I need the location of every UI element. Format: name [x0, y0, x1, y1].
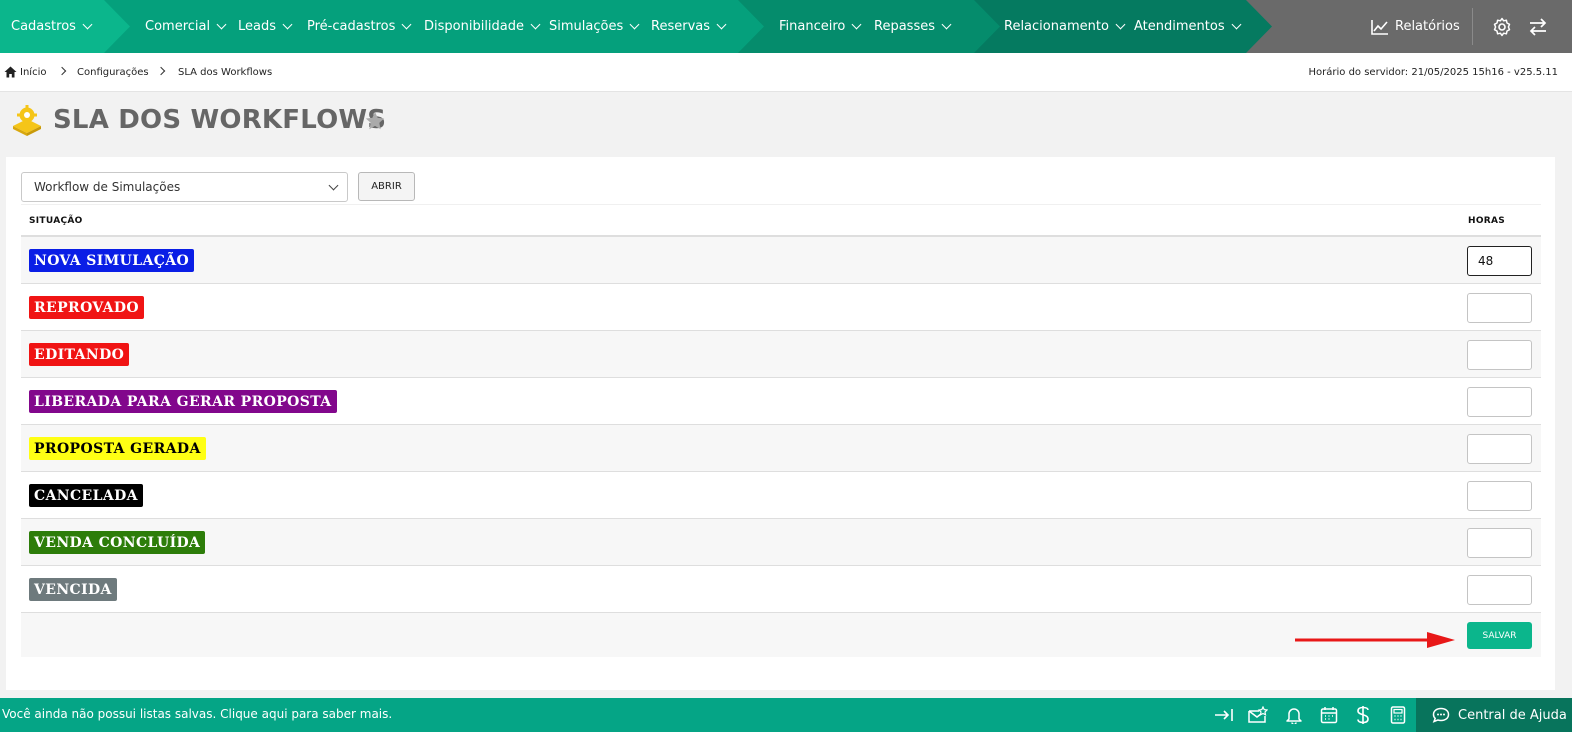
chevron-down-icon [716, 19, 727, 30]
chevron-down-icon [216, 19, 227, 30]
nav-financeiro[interactable]: Financeiro [779, 0, 862, 53]
workflow-select[interactable]: Workflow de Simulações [21, 172, 348, 202]
saved-lists-message[interactable]: Você ainda não possui listas salvas. Cli… [2, 707, 392, 721]
nav-cadastros[interactable]: Cadastros [11, 0, 93, 53]
status-badge: PROPOSTA GERADA [29, 437, 206, 460]
hours-input[interactable] [1467, 340, 1532, 370]
nav-pre-cadastros[interactable]: Pré-cadastros [307, 0, 412, 53]
nav-repasses[interactable]: Repasses [874, 0, 952, 53]
status-badge: LIBERADA PARA GERAR PROPOSTA [29, 390, 337, 413]
top-navigation: Cadastros Comercial Leads Pré-cadastros … [0, 0, 1572, 53]
footer-bar: Você ainda não possui listas salvas. Cli… [0, 698, 1572, 732]
dollar-icon[interactable] [1352, 704, 1374, 726]
red-arrow-annotation [1295, 632, 1455, 648]
table-header: SITUAÇÃO HORAS [21, 204, 1541, 237]
status-badge: REPROVADO [29, 296, 144, 319]
nav-relatorios[interactable]: Relatórios [1371, 0, 1460, 53]
settings-gear-icon[interactable] [1489, 14, 1515, 40]
column-header-status: SITUAÇÃO [29, 216, 83, 226]
hours-input[interactable] [1467, 246, 1532, 276]
sla-panel: Workflow de Simulações ABRIR SITUAÇÃO HO… [6, 157, 1555, 690]
bell-icon[interactable] [1283, 704, 1305, 726]
chevron-right-icon [156, 66, 166, 76]
save-button[interactable]: SALVAR [1467, 622, 1532, 649]
breadcrumb-home[interactable]: Início [20, 67, 46, 78]
calculator-icon[interactable] [1387, 704, 1409, 726]
chevron-down-icon [530, 19, 541, 30]
swap-arrows-icon[interactable] [1525, 14, 1551, 40]
breadcrumb-configuracoes[interactable]: Configurações [77, 67, 149, 78]
nav-disponibilidade[interactable]: Disponibilidade [424, 0, 541, 53]
nav-simulacoes[interactable]: Simulações [549, 0, 640, 53]
table-row: REPROVADO [21, 284, 1541, 331]
chevron-down-icon [282, 19, 293, 30]
collapse-right-icon[interactable] [1213, 704, 1235, 726]
table-row: NOVA SIMULAÇÃO [21, 237, 1541, 284]
nav-comercial[interactable]: Comercial [145, 0, 227, 53]
chevron-down-icon [629, 19, 640, 30]
server-time: Horário do servidor: 21/05/2025 15h16 - … [1308, 67, 1558, 78]
nav-relacionamento[interactable]: Relacionamento [1004, 0, 1126, 53]
chevron-down-icon [401, 19, 412, 30]
nav-atendimentos[interactable]: Atendimentos [1134, 0, 1242, 53]
hours-input[interactable] [1467, 293, 1532, 323]
chevron-down-icon [851, 19, 862, 30]
table-row: PROPOSTA GERADA [21, 425, 1541, 472]
status-badge: NOVA SIMULAÇÃO [29, 249, 195, 272]
breadcrumb: Início Configurações SLA dos Workflows H… [0, 53, 1572, 92]
chevron-down-icon [941, 19, 952, 30]
hours-input[interactable] [1467, 575, 1532, 605]
nav-reservas[interactable]: Reservas [651, 0, 727, 53]
status-badge: EDITANDO [29, 343, 130, 366]
table-row: VENDA CONCLUÍDA [21, 519, 1541, 566]
status-badge: CANCELADA [29, 484, 143, 507]
workflow-settings-icon [13, 105, 41, 136]
chevron-down-icon [328, 180, 339, 191]
sla-table: SITUAÇÃO HORAS NOVA SIMULAÇÃO REPROVADO … [21, 204, 1541, 657]
table-row: CANCELADA [21, 472, 1541, 519]
home-icon[interactable] [4, 66, 17, 78]
favorite-star-icon[interactable] [364, 110, 386, 132]
table-row: EDITANDO [21, 331, 1541, 378]
open-button[interactable]: ABRIR [358, 172, 415, 201]
chevron-right-icon [57, 66, 67, 76]
status-badge: VENDA CONCLUÍDA [29, 531, 206, 554]
status-badge: VENCIDA [29, 578, 117, 601]
hours-input[interactable] [1467, 528, 1532, 558]
line-chart-icon [1371, 19, 1388, 35]
chevron-down-icon [1231, 19, 1242, 30]
chat-icon [1432, 707, 1450, 723]
hours-input[interactable] [1467, 387, 1532, 417]
chevron-down-icon [1115, 19, 1126, 30]
chevron-down-icon [82, 19, 93, 30]
breadcrumb-current: SLA dos Workflows [178, 67, 273, 78]
hours-input[interactable] [1467, 434, 1532, 464]
calendar-icon[interactable] [1318, 704, 1340, 726]
hours-input[interactable] [1467, 481, 1532, 511]
page-title: SLA DOS WORKFLOWS [53, 105, 387, 135]
nav-segment-financial [738, 0, 1000, 53]
table-row: LIBERADA PARA GERAR PROPOSTA [21, 378, 1541, 425]
table-row: VENCIDA [21, 566, 1541, 613]
nav-leads[interactable]: Leads [238, 0, 293, 53]
mail-star-icon[interactable] [1247, 704, 1269, 726]
nav-divider [1472, 8, 1473, 45]
column-header-hours: HORAS [1468, 216, 1506, 226]
help-center-button[interactable]: Central de Ajuda [1416, 698, 1572, 732]
